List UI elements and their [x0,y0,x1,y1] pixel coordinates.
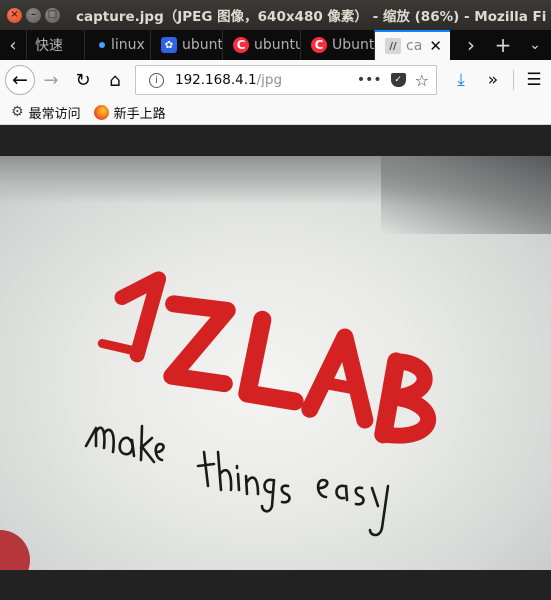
url-path: /jpg [256,72,283,88]
tab-ubuntu-csdn[interactable]: C ubuntu [222,30,300,60]
dot-icon [99,42,105,48]
tab-label: 快速 [35,38,63,54]
tab-label: capture [406,38,423,54]
hamburger-menu-icon[interactable]: ☰ [518,70,550,90]
tab-linux[interactable]: linux [84,30,150,60]
logo-1zlab [97,271,437,444]
reload-button[interactable]: ↻ [67,70,99,91]
image-viewer [0,126,551,600]
tagline-make-things-easy [84,424,390,537]
tab-quick[interactable]: 快速 [26,30,84,60]
bookmark-star-icon[interactable]: ☆ [415,71,429,90]
toolbar-separator [513,70,514,90]
back-button[interactable]: ← [5,65,35,95]
tab-ubuntu-csdn-2[interactable]: C Ubuntu [300,30,374,60]
bookmarks-toolbar: ⚙ 最常访问 新手上路 [0,100,551,125]
gear-icon: ⚙ [11,104,24,120]
tab-label: linux [111,37,145,53]
captured-photo[interactable] [0,156,551,570]
tab-label: Ubuntu [332,37,374,53]
tab-label: ubuntu [182,37,222,53]
tab-strip: ‹ 快速 linux ✿ ubuntu C ubuntu C Ubuntu //… [0,30,551,60]
home-button[interactable]: ⌂ [99,70,131,91]
window-title: capture.jpg（JPEG 图像，640x480 像素） - 缩放 (86… [76,9,546,25]
window-maximize-button[interactable]: □ [45,7,60,23]
bookmark-most-visited[interactable]: ⚙ 最常访问 [11,103,81,122]
bookmark-label: 新手上路 [113,106,166,122]
forward-button[interactable]: → [35,70,67,91]
handwriting-layer [84,271,437,537]
close-tab-icon[interactable]: ✕ [429,37,442,55]
bookmark-getting-started[interactable]: 新手上路 [93,103,166,122]
site-info-icon[interactable]: i [149,72,164,88]
navigation-bar: ← → ↻ ⌂ i 192.168.4.1/jpg ••• ✓ ☆ ⤓ » ☰ [0,60,551,100]
toolbar-right: ⤓ » ☰ [445,70,550,90]
csdn-c-icon: C [233,37,249,53]
new-tab-button[interactable]: + [487,33,519,57]
url-host: 192.168.4.1 [175,72,257,88]
tab-capture[interactable]: // capture ✕ [374,30,450,60]
url-actions: ••• ✓ ☆ [357,71,429,90]
csdn-c-icon: C [311,37,327,53]
tab-scroll-left-button[interactable]: ‹ [0,30,26,60]
window-controls: × – □ [7,7,60,23]
firefox-icon [93,104,109,120]
tab-strip-controls: › + ⌄ [455,33,551,57]
overflow-chevron-icon[interactable]: » [477,70,509,90]
window-minimize-button[interactable]: – [26,7,41,23]
image-icon: // [385,38,401,54]
window-title-bar: × – □ capture.jpg（JPEG 图像，640x480 像素） - … [0,0,551,30]
tab-ubuntu-baidu[interactable]: ✿ ubuntu [150,30,222,60]
baidu-paw-icon: ✿ [161,37,177,53]
pocket-icon[interactable]: ✓ [390,73,406,87]
list-all-tabs-button[interactable]: ⌄ [519,37,551,53]
bookmark-label: 最常访问 [28,106,81,122]
tab-scroll-right-button[interactable]: › [455,33,487,57]
window-close-button[interactable]: × [7,7,22,23]
page-actions-icon[interactable]: ••• [357,72,382,88]
url-bar[interactable]: i 192.168.4.1/jpg ••• ✓ ☆ [135,65,437,95]
download-icon[interactable]: ⤓ [445,70,477,90]
tab-label: ubuntu [254,37,300,53]
